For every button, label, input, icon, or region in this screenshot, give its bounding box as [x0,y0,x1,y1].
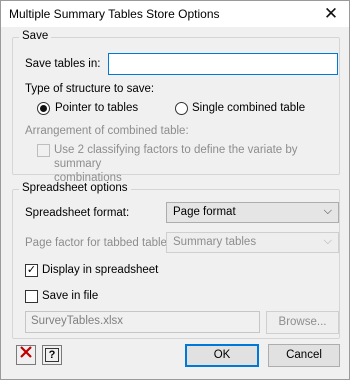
spreadsheet-format-select[interactable]: Page format ⌵ [166,202,339,223]
page-factor-value: Summary tables [173,236,257,248]
help-button[interactable]: ? [42,345,62,365]
browse-button: Browse... [266,311,339,334]
spreadsheet-format-label: Spreadsheet format: [25,207,130,219]
cancel-button[interactable]: Cancel [268,344,340,367]
save-group-legend: Save [19,30,52,42]
pointer-to-tables-radio[interactable] [37,102,50,115]
use-two-factors-checkbox [37,144,50,157]
save-in-file-label[interactable]: Save in file [42,290,98,302]
pointer-to-tables-label[interactable]: Pointer to tables [55,102,138,114]
use-two-factors-label: Use 2 classifying factors to define the … [54,143,339,185]
save-tables-in-label: Save tables in: [25,58,101,70]
display-in-spreadsheet-label[interactable]: Display in spreadsheet [42,264,158,276]
window-title: Multiple Summary Tables Store Options [9,7,220,21]
chevron-down-icon: ⌵ [323,235,332,247]
save-in-file-checkbox[interactable] [25,290,38,303]
structure-type-label: Type of structure to save: [25,83,155,95]
single-combined-table-label[interactable]: Single combined table [192,102,305,114]
spreadsheet-options-legend: Spreadsheet options [19,182,131,194]
page-factor-label: Page factor for tabbed table: [25,237,171,249]
arrangement-label: Arrangement of combined table: [25,125,189,137]
title-bar: Multiple Summary Tables Store Options ✕ [1,1,349,27]
clear-button[interactable] [16,345,36,365]
ok-button[interactable]: OK [185,344,259,367]
x-icon [20,346,32,358]
help-icon: ? [45,348,59,362]
store-options-dialog: Multiple Summary Tables Store Options ✕ … [0,0,350,380]
page-factor-select: Summary tables ⌵ [166,232,339,253]
file-name-input: SurveyTables.xlsx [25,311,260,333]
chevron-down-icon: ⌵ [323,205,332,217]
save-tables-in-input[interactable] [108,53,338,75]
use-two-factors-label-line1: Use 2 classifying factors to define the … [54,144,298,170]
spreadsheet-format-value: Page format [173,206,236,218]
close-icon[interactable]: ✕ [321,4,341,24]
single-combined-table-radio[interactable] [175,102,188,115]
display-in-spreadsheet-checkbox[interactable]: ✓ [25,264,38,277]
